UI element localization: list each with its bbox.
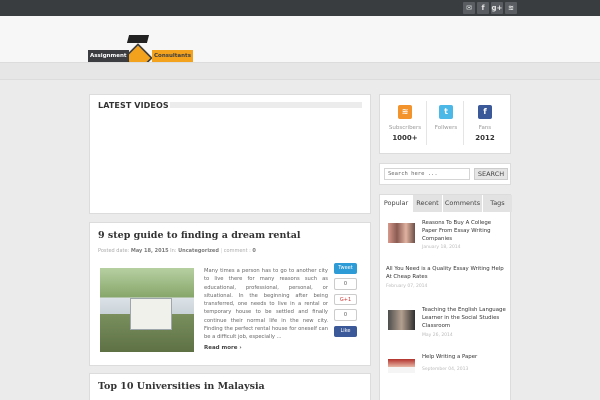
popular-post-title[interactable]: Reasons To Buy A College Paper From Essa… xyxy=(422,219,506,243)
post-date: May 18, 2015 xyxy=(130,248,169,254)
stat-label: Fans xyxy=(478,125,492,131)
site-header: Assignment Consultants xyxy=(0,16,600,73)
stat-subscribers[interactable]: ≋ Subscribers 1000+ xyxy=(386,101,424,145)
popular-post-date: January 18, 2014 xyxy=(422,245,461,250)
google-plus-icon[interactable]: g+ xyxy=(491,2,503,14)
meta-label: comment : xyxy=(223,248,251,254)
facebook-like-button[interactable]: Like xyxy=(334,326,357,337)
widget-title: LATEST VIDEOS xyxy=(98,101,169,110)
social-counter-widget: ≋ Subscribers 1000+ t Follwers f Fans 20… xyxy=(379,94,511,154)
comment-count[interactable]: 0 xyxy=(252,248,255,254)
tab-tags[interactable]: Tags xyxy=(483,195,512,212)
search-input[interactable]: Search here ... xyxy=(384,168,470,180)
search-widget: Search here ... SEARCH xyxy=(379,163,511,185)
title-divider xyxy=(170,102,362,108)
tabs-widget: Popular Recent Comments Tags Reasons To … xyxy=(379,194,512,400)
meta-label: In: xyxy=(170,248,177,254)
latest-videos-widget: LATEST VIDEOS xyxy=(89,94,371,214)
email-icon[interactable]: ✉ xyxy=(463,2,475,14)
post-category[interactable]: Uncategorized xyxy=(178,248,219,254)
post-thumbnail[interactable] xyxy=(100,268,194,352)
rss-icon: ≋ xyxy=(398,105,412,119)
popular-post-date: September 04, 2013 xyxy=(422,367,469,372)
tab-recent[interactable]: Recent xyxy=(413,195,442,212)
rss-icon[interactable]: ≋ xyxy=(505,2,517,14)
meta-label: Posted date: xyxy=(98,248,130,254)
stat-fans[interactable]: f Fans 2012 xyxy=(466,101,504,145)
graduation-cap-icon xyxy=(126,35,150,43)
post-card: 9 step guide to finding a dream rental P… xyxy=(89,222,371,366)
share-count: 0 xyxy=(334,278,357,290)
post-card: Top 10 Universities in Malaysia xyxy=(89,373,371,400)
search-button[interactable]: SEARCH xyxy=(474,168,508,180)
top-bar: ✉ f g+ ≋ xyxy=(0,0,600,16)
facebook-icon[interactable]: f xyxy=(477,2,489,14)
stat-value: 2012 xyxy=(475,134,495,142)
nav-band xyxy=(0,62,600,80)
stat-label: Subscribers xyxy=(388,125,422,131)
google-plus-button[interactable]: G+1 xyxy=(334,294,357,305)
share-count: 0 xyxy=(334,309,357,321)
popular-post-title[interactable]: Help Writing a Paper xyxy=(422,353,506,361)
popular-post-title[interactable]: Teaching the English Language Learner in… xyxy=(422,306,506,330)
post-thumbnail[interactable] xyxy=(388,310,415,330)
stat-followers[interactable]: t Follwers xyxy=(426,101,464,145)
popular-post-date: May 26, 2014 xyxy=(422,333,453,338)
read-more-link[interactable]: Read more › xyxy=(204,345,242,351)
post-title[interactable]: Top 10 Universities in Malaysia xyxy=(98,381,265,392)
stat-value: 1000+ xyxy=(392,134,418,142)
popular-post-date: February 07, 2014 xyxy=(386,284,428,289)
tab-popular[interactable]: Popular xyxy=(380,195,412,212)
post-excerpt: Many times a person has to go to another… xyxy=(204,268,328,341)
stat-label: Follwers xyxy=(434,125,458,131)
facebook-icon: f xyxy=(478,105,492,119)
tweet-button[interactable]: Tweet xyxy=(334,263,357,274)
post-meta: Posted date: May 18, 2015 In: Uncategori… xyxy=(98,248,256,254)
twitter-icon: t xyxy=(439,105,453,119)
post-title[interactable]: 9 step guide to finding a dream rental xyxy=(98,230,301,241)
tab-comments[interactable]: Comments xyxy=(443,195,482,212)
post-thumbnail[interactable] xyxy=(388,223,415,243)
post-thumbnail[interactable] xyxy=(388,353,415,373)
popular-post-title[interactable]: All You Need is a Quality Essay Writing … xyxy=(386,265,508,281)
